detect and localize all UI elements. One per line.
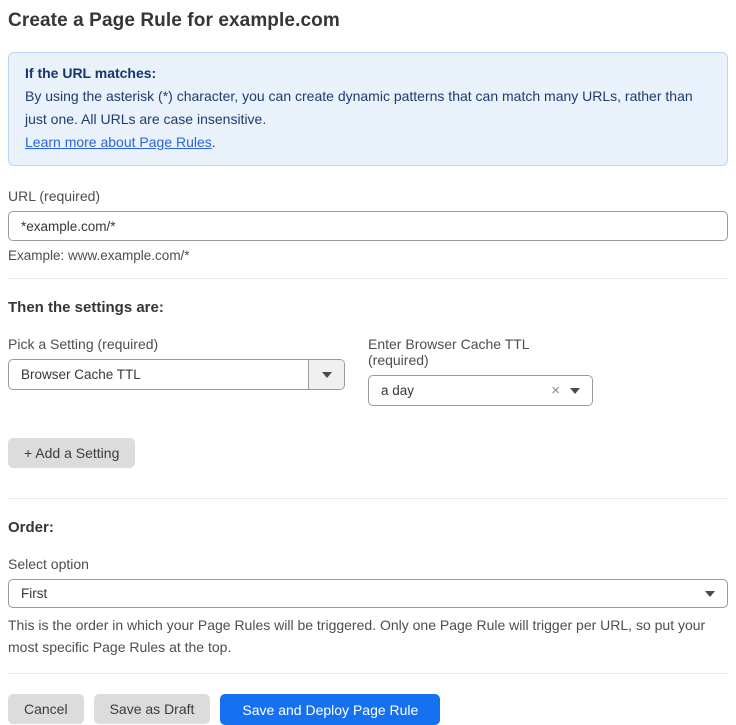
info-box-body: By using the asterisk (*) character, you… [25, 85, 711, 131]
footer-actions: Cancel Save as Draft Save and Deploy Pag… [8, 694, 728, 725]
setting-picker-select[interactable]: Browser Cache TTL [8, 359, 345, 390]
cancel-button[interactable]: Cancel [8, 694, 84, 724]
info-box-heading: If the URL matches: [25, 62, 711, 85]
divider [8, 673, 728, 674]
setting-picker-label: Pick a Setting (required) [8, 336, 345, 352]
order-select[interactable]: First [8, 579, 728, 608]
order-section-heading: Order: [8, 519, 728, 536]
order-helper-text: This is the order in which your Page Rul… [8, 614, 728, 658]
setting-picker-column: Pick a Setting (required) Browser Cache … [8, 336, 345, 406]
divider [8, 498, 728, 499]
clear-icon[interactable]: × [547, 383, 570, 398]
ttl-picker-label: Enter Browser Cache TTL (required) [368, 336, 593, 368]
setting-picker-value: Browser Cache TTL [9, 367, 308, 382]
url-field-label: URL (required) [8, 188, 728, 204]
order-select-value: First [9, 586, 705, 601]
order-select-label: Select option [8, 556, 728, 572]
chevron-down-icon[interactable] [705, 591, 727, 597]
settings-row: Pick a Setting (required) Browser Cache … [8, 336, 728, 406]
save-as-draft-button[interactable]: Save as Draft [94, 694, 211, 724]
url-input[interactable] [8, 211, 728, 241]
ttl-picker-select[interactable]: a day × [368, 375, 593, 406]
url-example-helper: Example: www.example.com/* [8, 248, 728, 263]
url-match-info-box: If the URL matches: By using the asteris… [8, 52, 728, 166]
page-title: Create a Page Rule for example.com [8, 10, 728, 32]
chevron-down-icon[interactable] [570, 388, 592, 394]
ttl-picker-column: Enter Browser Cache TTL (required) a day… [368, 336, 593, 406]
info-box-link-line: Learn more about Page Rules. [25, 131, 711, 154]
learn-more-link[interactable]: Learn more about Page Rules [25, 134, 212, 150]
add-setting-button[interactable]: + Add a Setting [8, 438, 135, 468]
save-and-deploy-button[interactable]: Save and Deploy Page Rule [220, 694, 440, 725]
ttl-picker-value: a day [369, 383, 547, 398]
link-suffix: . [212, 134, 216, 150]
divider [8, 278, 728, 279]
settings-section-heading: Then the settings are: [8, 299, 728, 316]
chevron-down-icon[interactable] [308, 360, 344, 389]
